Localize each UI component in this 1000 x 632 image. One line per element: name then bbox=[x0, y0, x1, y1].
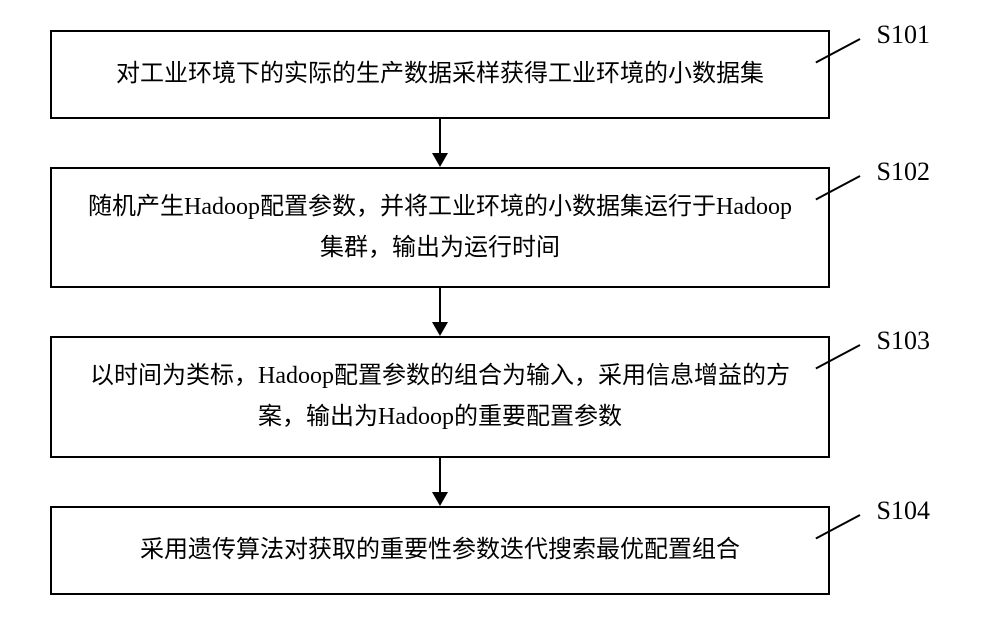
step-row-2: 随机产生Hadoop配置参数，并将工业环境的小数据集运行于Hadoop集群，输出… bbox=[50, 167, 950, 289]
arrow-line bbox=[439, 119, 441, 153]
step-text: 随机产生Hadoop配置参数，并将工业环境的小数据集运行于Hadoop集群，输出… bbox=[88, 194, 792, 261]
arrow-head-icon bbox=[432, 492, 448, 506]
step-row-3: 以时间为类标，Hadoop配置参数的组合为输入，采用信息增益的方案，输出为Had… bbox=[50, 336, 950, 458]
step-row-1: 对工业环境下的实际的生产数据采样获得工业环境的小数据集 S101 bbox=[50, 30, 950, 119]
arrow-3 bbox=[432, 458, 448, 506]
arrow-head-icon bbox=[432, 322, 448, 336]
step-label-s103: S103 bbox=[877, 326, 930, 356]
step-label-s104: S104 bbox=[877, 496, 930, 526]
flowchart-container: 对工业环境下的实际的生产数据采样获得工业环境的小数据集 S101 随机产生Had… bbox=[50, 30, 950, 595]
step-text: 对工业环境下的实际的生产数据采样获得工业环境的小数据集 bbox=[116, 61, 764, 87]
step-box-s102: 随机产生Hadoop配置参数，并将工业环境的小数据集运行于Hadoop集群，输出… bbox=[50, 167, 830, 289]
arrow-head-icon bbox=[432, 153, 448, 167]
step-text: 以时间为类标，Hadoop配置参数的组合为输入，采用信息增益的方案，输出为Had… bbox=[90, 363, 790, 430]
arrow-1 bbox=[432, 119, 448, 167]
step-text: 采用遗传算法对获取的重要性参数迭代搜索最优配置组合 bbox=[140, 537, 740, 563]
step-box-s103: 以时间为类标，Hadoop配置参数的组合为输入，采用信息增益的方案，输出为Had… bbox=[50, 336, 830, 458]
step-box-s104: 采用遗传算法对获取的重要性参数迭代搜索最优配置组合 bbox=[50, 506, 830, 595]
step-box-s101: 对工业环境下的实际的生产数据采样获得工业环境的小数据集 bbox=[50, 30, 830, 119]
step-label-s101: S101 bbox=[877, 20, 930, 50]
step-row-4: 采用遗传算法对获取的重要性参数迭代搜索最优配置组合 S104 bbox=[50, 506, 950, 595]
arrow-2 bbox=[432, 288, 448, 336]
arrow-line bbox=[439, 458, 441, 492]
arrow-line bbox=[439, 288, 441, 322]
step-label-s102: S102 bbox=[877, 157, 930, 187]
